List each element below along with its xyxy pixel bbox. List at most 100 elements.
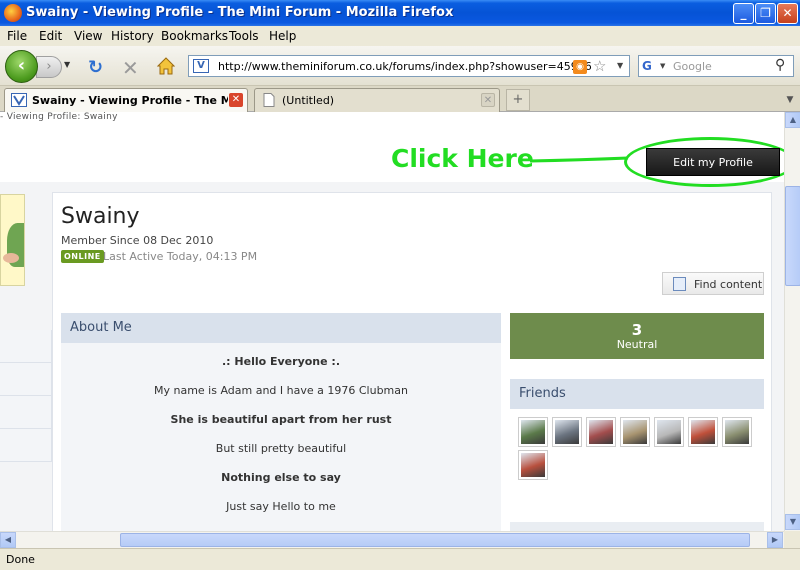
last-active: Last Active Today, 04:13 PM [103, 250, 258, 263]
tab-title: Swainy - Viewing Profile - The Mi... [32, 94, 228, 107]
friend-photo [589, 420, 613, 444]
title-bar: Swainy - Viewing Profile - The Mini Foru… [0, 0, 800, 26]
tab-title: (Untitled) [282, 94, 335, 107]
edit-profile-button[interactable]: Edit my Profile [646, 148, 780, 176]
menu-bar: File Edit View History Bookmarks Tools H… [0, 26, 800, 46]
vertical-scroll-thumb[interactable] [785, 186, 800, 286]
scroll-left-icon[interactable]: ◀ [0, 532, 16, 548]
maximize-button[interactable]: ❐ [755, 3, 776, 24]
menu-tools[interactable]: Tools [229, 29, 259, 43]
friend-photo [657, 420, 681, 444]
status-text: Done [6, 553, 35, 566]
search-box[interactable]: G ▼ Google ⚲ [638, 55, 794, 77]
tab-untitled[interactable]: (Untitled) ✕ [254, 88, 500, 112]
search-input[interactable]: Google [673, 60, 712, 73]
scroll-up-icon[interactable]: ▲ [785, 112, 800, 128]
friends-header: Friends [510, 379, 764, 409]
friend-avatar[interactable] [552, 417, 582, 447]
about-line: My name is Adam and I have a 1976 Clubma… [153, 384, 408, 397]
sidebar-item[interactable] [0, 396, 52, 429]
friend-photo [725, 420, 749, 444]
close-tab-icon[interactable]: ✕ [481, 93, 495, 107]
friend-avatar[interactable] [688, 417, 718, 447]
friend-photo [521, 453, 545, 477]
breadcrumb: - Viewing Profile: Swainy [0, 112, 118, 122]
site-icon: V [193, 59, 209, 73]
about-line: Nothing else to say [221, 471, 341, 484]
menu-edit[interactable]: Edit [39, 29, 62, 43]
vertical-scrollbar[interactable]: ▲ ▼ [784, 112, 800, 531]
friend-avatar[interactable] [620, 417, 650, 447]
window-title: Swainy - Viewing Profile - The Mini Foru… [26, 5, 454, 20]
profile-name: Swainy [61, 204, 140, 229]
scroll-right-icon[interactable]: ▶ [767, 532, 783, 548]
tab-swainy-profile[interactable]: Swainy - Viewing Profile - The Mi... ✕ [4, 88, 248, 112]
forward-button[interactable]: › [36, 56, 62, 78]
friend-avatar[interactable] [722, 417, 752, 447]
horizontal-scrollbar[interactable]: ◀ ▶ [0, 531, 784, 548]
sidebar-item[interactable] [0, 363, 52, 396]
sidebar-item[interactable] [0, 429, 52, 462]
friends-list [510, 409, 764, 489]
menu-history[interactable]: History [111, 29, 154, 43]
stop-button[interactable]: ✕ [122, 56, 139, 80]
scroll-down-icon[interactable]: ▼ [785, 514, 800, 530]
home-icon[interactable] [157, 57, 175, 75]
menu-help[interactable]: Help [269, 29, 296, 43]
firefox-window: Swainy - Viewing Profile - The Mini Foru… [0, 0, 800, 570]
rss-feed-icon[interactable]: ◉ [573, 60, 587, 74]
engine-dropdown-icon[interactable]: ▼ [660, 62, 665, 70]
horizontal-scroll-thumb[interactable] [120, 533, 750, 547]
document-icon [673, 277, 686, 291]
friend-photo [555, 420, 579, 444]
menu-view[interactable]: View [74, 29, 102, 43]
friend-photo [691, 420, 715, 444]
find-content-button[interactable]: Find content [662, 272, 764, 295]
about-line: She is beautiful apart from her rust [170, 413, 392, 426]
address-bar[interactable]: V http://www.theminiforum.co.uk/forums/i… [188, 55, 630, 77]
minimize-button[interactable]: _ [733, 3, 754, 24]
menu-bookmarks[interactable]: Bookmarks [161, 29, 228, 43]
member-since: Member Since 08 Dec 2010 [61, 234, 214, 247]
reputation-box: 3 Neutral [510, 313, 764, 359]
site-favicon-icon [11, 93, 27, 107]
close-window-button[interactable]: ✕ [777, 3, 798, 24]
reload-button[interactable]: ↻ [88, 57, 103, 78]
url-dropdown-icon[interactable]: ▼ [617, 61, 623, 70]
search-magnifier-icon[interactable]: ⚲ [775, 57, 785, 73]
find-content-label: Find content [694, 278, 763, 291]
sidebar-nav [0, 330, 52, 470]
blank-page-icon [263, 93, 275, 107]
scroll-corner [784, 531, 800, 548]
reputation-value: 3 [631, 321, 643, 339]
sidebar-item[interactable] [0, 330, 52, 363]
tab-list-icon[interactable]: ▼ [781, 90, 799, 110]
lower-panel [510, 522, 764, 531]
about-line: .: Hello Everyone :. [222, 355, 340, 368]
navigation-toolbar: › ‹ ▼ ↻ ✕ V http://www.theminiforum.co.u… [0, 46, 800, 86]
friend-avatar[interactable] [518, 450, 548, 480]
menu-file[interactable]: File [7, 29, 27, 43]
sidebar-photo [0, 194, 25, 286]
friend-avatar[interactable] [654, 417, 684, 447]
click-here-annotation: Click Here [391, 144, 534, 173]
friend-photo [521, 420, 545, 444]
new-tab-button[interactable]: + [506, 89, 530, 111]
google-engine-icon[interactable]: G [642, 59, 658, 74]
tab-bar: Swainy - Viewing Profile - The Mi... ✕ (… [0, 86, 800, 112]
history-dropdown-icon[interactable]: ▼ [64, 60, 70, 69]
bookmark-star-icon[interactable]: ☆ [593, 57, 606, 75]
friend-photo [623, 420, 647, 444]
about-me-header: About Me [61, 313, 501, 343]
close-tab-icon[interactable]: ✕ [229, 93, 243, 107]
page-viewport: - Viewing Profile: Swainy Click Here Edi… [0, 112, 784, 531]
url-text[interactable]: http://www.theminiforum.co.uk/forums/ind… [218, 60, 592, 73]
friend-avatar[interactable] [586, 417, 616, 447]
back-button[interactable]: ‹ [5, 50, 38, 83]
about-line: But still pretty beautiful [215, 442, 347, 455]
friend-avatar[interactable] [518, 417, 548, 447]
status-bar: Done [0, 548, 800, 570]
firefox-icon [4, 4, 22, 22]
reputation-label: Neutral [616, 338, 658, 351]
online-badge: ONLINE [61, 250, 104, 263]
